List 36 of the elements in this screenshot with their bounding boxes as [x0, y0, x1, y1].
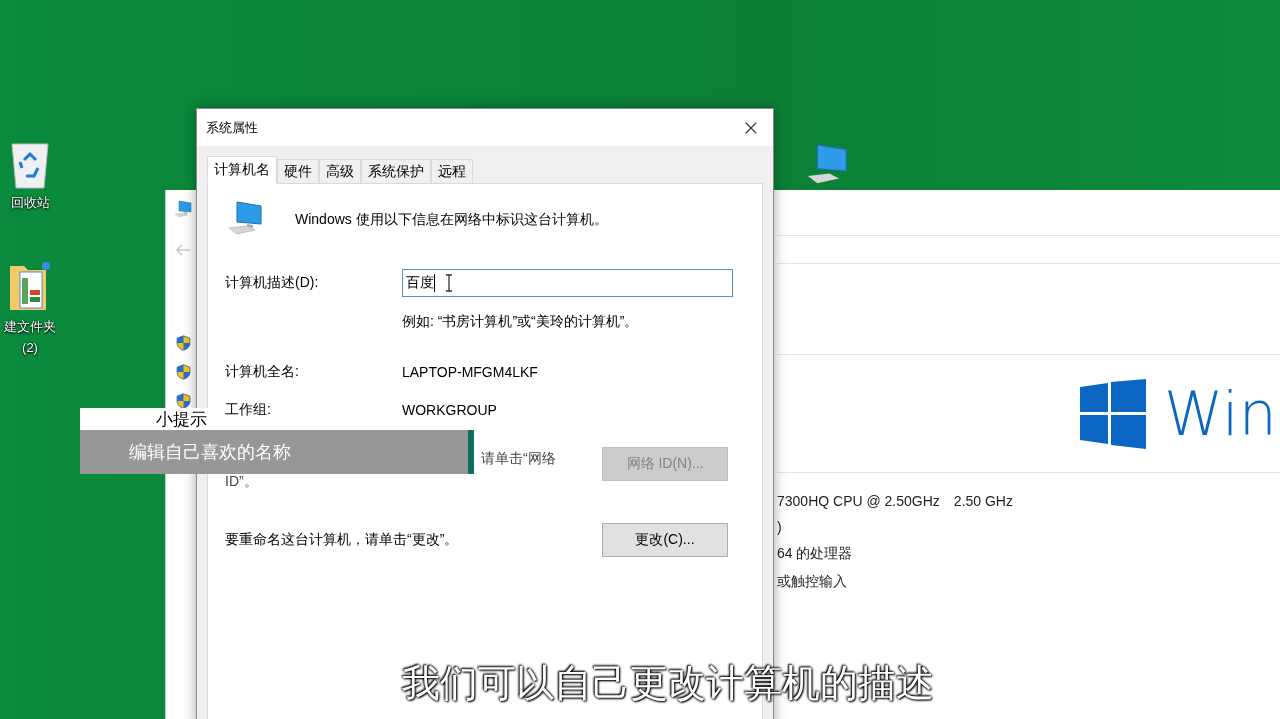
network-instruction: 请单击“网络: [481, 449, 556, 468]
desktop-icon-label[interactable]: 回收站: [10, 194, 50, 212]
tab[interactable]: 远程: [431, 159, 473, 184]
field-label: 计算机描述(D):: [225, 274, 320, 292]
tab[interactable]: 系统保护: [361, 159, 431, 184]
description-field[interactable]: 百度: [402, 269, 733, 297]
subtitle: 我们可以自己更改计算机的描述: [402, 661, 934, 706]
tip-text: 编辑自己喜欢的名称: [129, 441, 291, 464]
network-instruction: ID”。: [225, 472, 258, 491]
windows-logo-text: Win: [1164, 378, 1277, 449]
desktop-icon-label[interactable]: 建文件夹: [4, 318, 56, 336]
spec-text: 64 的处理器: [777, 545, 853, 563]
spec-text: ): [777, 519, 782, 535]
spec-text: 或触控输入: [777, 573, 847, 591]
windows-logo-icon: [1080, 378, 1148, 449]
shield-icon: [175, 335, 191, 351]
window-title: 系统属性: [206, 118, 258, 137]
shield-icon: [175, 364, 191, 380]
field-label: 计算机全名:: [225, 363, 300, 381]
field-label: 工作组:: [225, 401, 272, 419]
desktop-icon-label[interactable]: (2): [22, 340, 38, 355]
workgroup-value: WORKGROUP: [402, 402, 497, 418]
tip-title: 小提示: [156, 409, 207, 431]
text-cursor-icon: [445, 274, 453, 292]
computer-icon: [173, 200, 193, 218]
tab[interactable]: 硬件: [277, 159, 319, 184]
tab[interactable]: 高级: [319, 159, 361, 184]
shield-icon: [175, 393, 191, 409]
computer-name-value: LAPTOP-MFGM4LKF: [402, 364, 538, 380]
rename-instruction: 要重命名这台计算机，请单击“更改”。: [225, 531, 459, 549]
change-button[interactable]: 更改(C)...: [602, 523, 728, 557]
intro-text: Windows 使用以下信息在网络中标识这台计算机。: [295, 210, 608, 229]
spec-text: 2.50 GHz: [953, 493, 1013, 509]
tab[interactable]: 计算机名: [207, 156, 277, 184]
hint-text: 例如: “书房计算机”或“美玲的计算机”。: [402, 313, 639, 331]
spec-text: 7300HQ CPU @ 2.50GHz: [777, 493, 940, 509]
